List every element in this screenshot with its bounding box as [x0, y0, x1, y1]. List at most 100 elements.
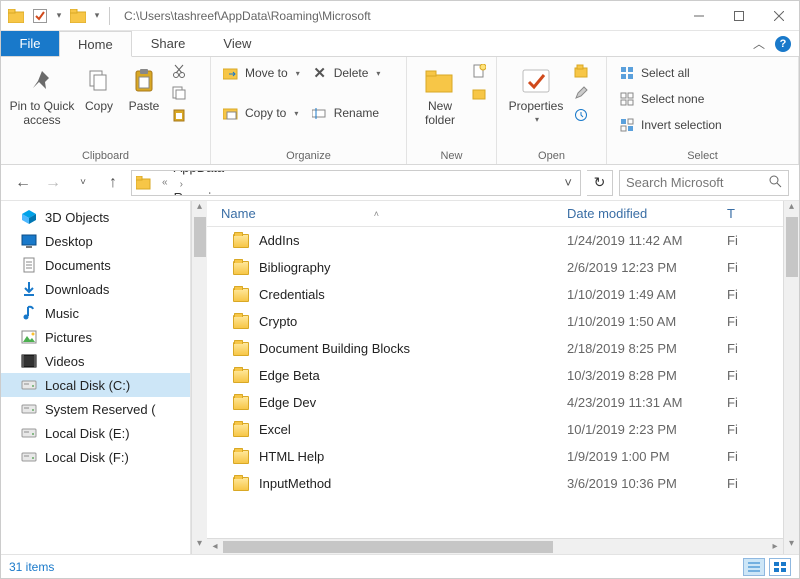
breadcrumb[interactable]: tashreef›AppData›Roaming›Microsoft — [174, 170, 227, 196]
horizontal-scrollbar[interactable]: ◂▸ — [207, 538, 783, 554]
copy-path-icon[interactable] — [171, 85, 187, 101]
sidebar-item[interactable]: Local Disk (C:) — [1, 373, 190, 397]
breadcrumb-segment[interactable]: Roaming — [174, 190, 227, 196]
table-row[interactable]: Document Building Blocks2/18/2019 8:25 P… — [207, 335, 783, 362]
table-row[interactable]: AddIns1/24/2019 11:42 AMFi — [207, 227, 783, 254]
collapse-ribbon-icon[interactable]: ︿ — [753, 35, 765, 52]
close-button[interactable] — [759, 1, 799, 31]
address-bar[interactable]: « tashreef›AppData›Roaming›Microsoft ˅ — [131, 170, 581, 196]
file-type: Fi — [727, 422, 783, 437]
nav-up-button[interactable]: ↑ — [101, 171, 125, 195]
cut-icon[interactable] — [171, 63, 187, 79]
table-row[interactable]: Crypto1/10/2019 1:50 AMFi — [207, 308, 783, 335]
title-bar: ▾ ▾ C:\Users\tashreef\AppData\Roaming\Mi… — [1, 1, 799, 31]
navigation-pane[interactable]: 3D ObjectsDesktopDocuments Downloads Music… — [1, 201, 191, 554]
search-input[interactable]: Search Microsoft — [619, 170, 789, 196]
navigation-bar: ← → ˅ ↑ « tashreef›AppData›Roaming›Micro… — [1, 165, 799, 201]
nav-recent-dropdown[interactable]: ˅ — [71, 171, 95, 195]
table-row[interactable]: Edge Dev4/23/2019 11:31 AMFi — [207, 389, 783, 416]
sidebar-item-icon — [21, 329, 37, 345]
table-row[interactable]: Credentials1/10/2019 1:49 AMFi — [207, 281, 783, 308]
file-date: 1/24/2019 11:42 AM — [567, 233, 727, 248]
copy-icon — [83, 65, 115, 97]
sidebar-item[interactable]: Music — [1, 301, 190, 325]
properties-button[interactable]: Properties ▾ — [503, 61, 569, 128]
pin-to-quick-access-button[interactable]: Pin to Quick access — [7, 61, 77, 131]
easy-access-icon[interactable] — [471, 85, 487, 101]
tab-share[interactable]: Share — [132, 31, 205, 56]
maximize-button[interactable] — [719, 1, 759, 31]
table-row[interactable]: Edge Beta10/3/2019 8:28 PMFi — [207, 362, 783, 389]
paste-button[interactable]: Paste — [121, 61, 167, 117]
sidebar-item-label: Downloads — [45, 282, 109, 297]
group-clipboard: Pin to Quick access Copy Paste — [1, 57, 211, 164]
folder-icon — [233, 315, 249, 329]
copy-to-button[interactable]: Copy to▾ — [221, 103, 302, 123]
paste-shortcut-icon[interactable] — [171, 107, 187, 123]
qat-dropdown-icon[interactable]: ▾ — [53, 5, 65, 27]
nav-forward-button[interactable]: → — [41, 171, 65, 195]
folder-icon — [233, 234, 249, 248]
column-headers[interactable]: Name ˄ Date modified T — [207, 201, 783, 227]
window-controls — [679, 1, 799, 31]
qat-folder-icon[interactable] — [67, 5, 89, 27]
new-folder-button[interactable]: New folder — [413, 61, 467, 131]
file-type: Fi — [727, 341, 783, 356]
invert-selection-button[interactable]: Invert selection — [617, 115, 724, 135]
tab-home[interactable]: Home — [59, 31, 132, 57]
content-scrollbar[interactable]: ▴▾ — [783, 201, 799, 554]
sort-indicator-icon: ˄ — [374, 209, 379, 219]
rename-icon — [312, 105, 328, 121]
sidebar-item[interactable]: System Reserved ( — [1, 397, 190, 421]
copy-button[interactable]: Copy — [77, 61, 121, 117]
sidebar-scrollbar[interactable]: ▴▾ — [191, 201, 207, 554]
breadcrumb-segment[interactable]: AppData — [174, 170, 227, 176]
sidebar-item[interactable]: 3D Objects — [1, 205, 190, 229]
edit-icon[interactable] — [573, 85, 589, 101]
sidebar-item-icon — [21, 353, 37, 369]
tab-file[interactable]: File — [1, 31, 59, 56]
sidebar-item[interactable]: Desktop — [1, 229, 190, 253]
column-date[interactable]: Date modified — [567, 206, 727, 221]
tab-view[interactable]: View — [204, 31, 270, 56]
history-icon[interactable] — [573, 107, 589, 123]
folder-icon — [233, 288, 249, 302]
breadcrumb-separator-icon: › — [174, 179, 189, 190]
file-type: Fi — [727, 368, 783, 383]
delete-button[interactable]: ✕ Delete▾ — [310, 63, 383, 83]
help-icon[interactable]: ? — [775, 36, 791, 52]
open-icon[interactable] — [573, 63, 589, 79]
sidebar-item[interactable]: Local Disk (E:) — [1, 421, 190, 445]
sidebar-item[interactable]: Videos — [1, 349, 190, 373]
rename-button[interactable]: Rename — [310, 103, 383, 123]
column-name[interactable]: Name ˄ — [207, 206, 567, 221]
new-item-icon[interactable] — [471, 63, 487, 79]
sidebar-item[interactable]: Downloads — [1, 277, 190, 301]
file-name: HTML Help — [259, 449, 324, 464]
folder-icon — [233, 477, 249, 491]
thumbnails-view-button[interactable] — [769, 558, 791, 576]
file-name: Bibliography — [259, 260, 331, 275]
move-to-icon — [223, 65, 239, 81]
select-none-button[interactable]: Select none — [617, 89, 724, 109]
qat-dropdown-icon-2[interactable]: ▾ — [91, 5, 103, 27]
table-row[interactable]: HTML Help1/9/2019 1:00 PMFi — [207, 443, 783, 470]
file-date: 10/3/2019 8:28 PM — [567, 368, 727, 383]
column-type[interactable]: T — [727, 206, 783, 221]
select-all-button[interactable]: Select all — [617, 63, 724, 83]
sidebar-item[interactable]: Pictures — [1, 325, 190, 349]
details-view-button[interactable] — [743, 558, 765, 576]
nav-back-button[interactable]: ← — [11, 171, 35, 195]
minimize-button[interactable] — [679, 1, 719, 31]
sidebar-item[interactable]: Local Disk (F:) — [1, 445, 190, 469]
qat-checkbox-icon[interactable] — [29, 5, 51, 27]
move-to-button[interactable]: Move to▾ — [221, 63, 302, 83]
explorer-window: ▾ ▾ C:\Users\tashreef\AppData\Roaming\Mi… — [0, 0, 800, 579]
address-dropdown-icon[interactable]: ˅ — [560, 175, 576, 190]
table-row[interactable]: Excel10/1/2019 2:23 PMFi — [207, 416, 783, 443]
table-row[interactable]: Bibliography2/6/2019 12:23 PMFi — [207, 254, 783, 281]
sidebar-item-label: Videos — [45, 354, 85, 369]
sidebar-item[interactable]: Documents — [1, 253, 190, 277]
table-row[interactable]: InputMethod3/6/2019 10:36 PMFi — [207, 470, 783, 497]
refresh-button[interactable]: ↻ — [587, 170, 613, 196]
